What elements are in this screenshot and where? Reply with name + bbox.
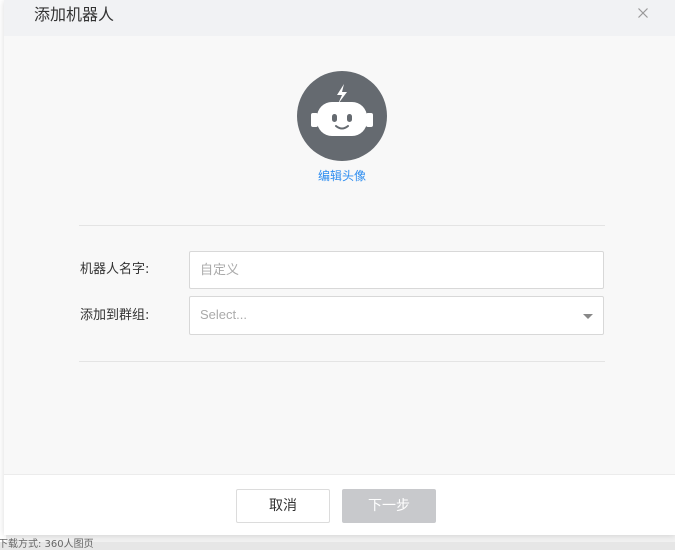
divider-bottom [79, 361, 605, 362]
divider-top [79, 225, 605, 226]
cancel-button[interactable]: 取消 [236, 489, 330, 523]
edit-avatar-link[interactable]: 编辑头像 [292, 167, 392, 184]
robot-name-input[interactable] [189, 251, 604, 289]
close-icon [638, 8, 648, 18]
chevron-down-icon [583, 314, 593, 319]
dialog-title: 添加机器人 [34, 5, 115, 24]
group-label: 添加到群组: [80, 308, 150, 323]
group-select[interactable]: Select... [189, 296, 604, 335]
dialog-header: 添加机器人 [4, 0, 675, 36]
robot-name-label: 机器人名字: [80, 262, 150, 277]
robot-icon [311, 84, 373, 136]
robot-avatar[interactable] [297, 71, 387, 161]
next-step-button[interactable]: 下一步 [342, 489, 436, 523]
add-robot-dialog: 添加机器人 编辑头像 机器人名字: 添加到群组: Select. [4, 0, 675, 535]
close-button[interactable] [634, 4, 652, 22]
background-footer-text: 下载方式: 360人图页 [0, 539, 94, 550]
group-select-placeholder: Select... [200, 307, 247, 322]
dialog-footer: 取消 下一步 [4, 474, 675, 535]
